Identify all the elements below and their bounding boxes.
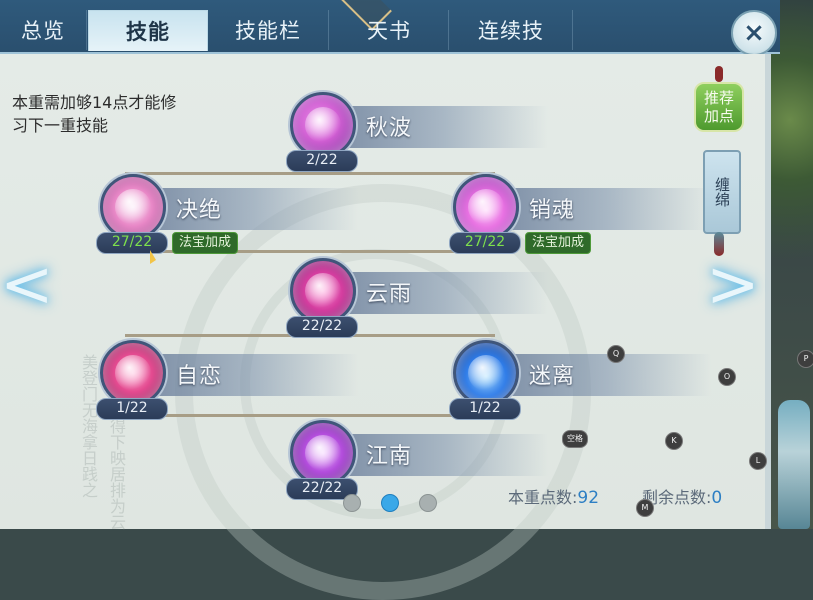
autumn-wave-skill-icon[interactable] (290, 92, 356, 158)
skill-tree-panel: 相门而海得下映居排为云美登门无海拿日践之 本重需加够14点才能修习下一重技能 秋… (0, 54, 771, 600)
tassel-ornament (715, 66, 723, 82)
key-hint-o: O (718, 368, 736, 386)
treasure-bonus-badge: 法宝加成 (525, 232, 592, 254)
tab-entangle[interactable]: 缠绵 (703, 150, 741, 234)
shield-skill-icon[interactable] (100, 340, 166, 406)
skill-level: 27/22 (449, 232, 521, 254)
key-hint-k: K (665, 432, 683, 450)
skill-name: 迷离 (529, 364, 576, 389)
skill-node-cloud-rain[interactable]: 云雨 22/22 (282, 256, 562, 338)
close-button[interactable]: × (731, 10, 777, 56)
skill-node-autumn-wave[interactable]: 秋波 2/22 (282, 90, 562, 172)
skill-name: 决绝 (176, 198, 223, 223)
skill-node-soul-melt[interactable]: 销魂 27/22 法宝加成 (445, 172, 725, 254)
remaining-points: 剩余点数:0 (642, 484, 722, 508)
tab-skill-bar[interactable]: 技能栏 (208, 10, 329, 50)
resolve-skill-icon[interactable] (100, 174, 166, 240)
cloud-rain-skill-icon[interactable] (290, 258, 356, 324)
river-south-skill-icon[interactable] (290, 420, 356, 486)
page-dot-active[interactable] (381, 494, 399, 512)
key-hint-q: Q (607, 345, 625, 363)
page-indicator (343, 492, 443, 512)
skill-node-bewilder[interactable]: 迷离 1/22 (445, 338, 725, 420)
tab-skills[interactable]: 技能 (88, 10, 208, 51)
tier-points-value: 92 (577, 488, 600, 508)
lotus-skill-icon[interactable] (453, 174, 519, 240)
skill-name: 秋波 (366, 116, 413, 141)
skill-level: 27/22 (96, 232, 168, 254)
page-dot[interactable] (343, 494, 361, 512)
tab-overview[interactable]: 总览 (0, 10, 87, 50)
key-hint-m: M (636, 499, 654, 517)
blue-flame-skill-icon[interactable] (453, 340, 519, 406)
tab-combo-skills[interactable]: 连续技 (450, 10, 573, 50)
skill-name: 销魂 (529, 198, 576, 223)
skill-level: 2/22 (286, 150, 358, 172)
skill-level: 22/22 (286, 316, 358, 338)
page-dot[interactable] (419, 494, 437, 512)
tier-points: 本重点数:92 (508, 484, 599, 508)
skill-name: 自恋 (176, 364, 223, 389)
skill-name: 云雨 (366, 282, 413, 307)
skill-level: 1/22 (96, 398, 168, 420)
skill-node-self-love[interactable]: 自恋 1/22 (92, 338, 372, 420)
pointer-cursor-icon (150, 250, 156, 264)
skill-level: 1/22 (449, 398, 521, 420)
lantern-ornament (778, 400, 810, 529)
prev-page-arrow-icon[interactable]: < (0, 250, 54, 320)
key-hint-space: 空格 (562, 430, 588, 448)
tier-points-label: 本重点数: (508, 488, 578, 507)
tab-bar: 总览 技能 技能栏 天书 连续技 (0, 0, 780, 54)
treasure-bonus-badge: 法宝加成 (172, 232, 239, 254)
tab-heavenly-book[interactable]: 天书 (330, 10, 449, 50)
next-page-arrow-icon[interactable]: > (706, 250, 760, 320)
remaining-points-value: 0 (711, 488, 723, 508)
skill-name: 江南 (366, 444, 413, 469)
recommend-points-button[interactable]: 推荐加点 (694, 82, 744, 132)
skill-node-resolve[interactable]: 决绝 27/22 法宝加成 (92, 172, 372, 254)
key-hint-p: P (797, 350, 813, 368)
tier-requirement-text: 本重需加够14点才能修习下一重技能 (12, 93, 177, 135)
key-hint-l: L (749, 452, 767, 470)
